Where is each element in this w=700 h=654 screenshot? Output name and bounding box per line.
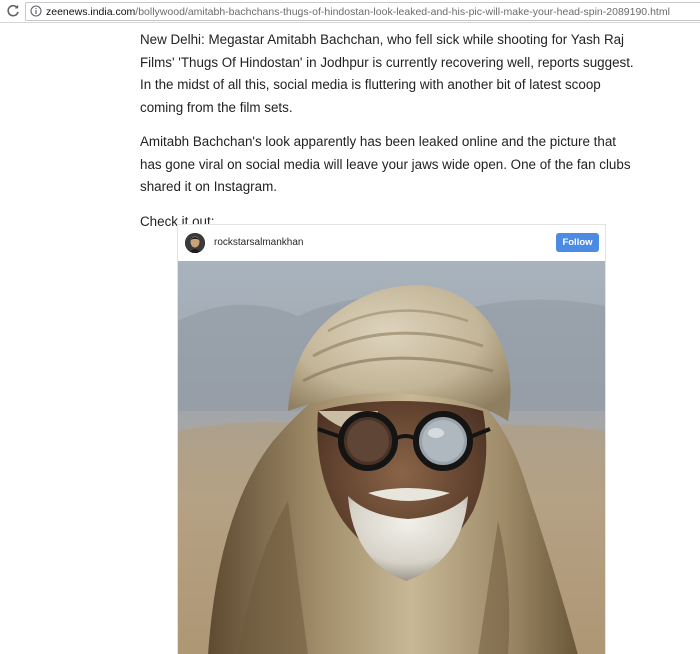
avatar[interactable] xyxy=(185,233,205,253)
browser-address-bar: zeenews.india.com/bollywood/amitabh-bach… xyxy=(0,0,700,23)
url-path: /bollywood/amitabh-bachchans-thugs-of-hi… xyxy=(135,6,670,18)
url-text[interactable]: zeenews.india.com/bollywood/amitabh-bach… xyxy=(46,5,670,19)
article-paragraph-2: Amitabh Bachchan's look apparently has b… xyxy=(140,134,631,194)
url-input[interactable]: zeenews.india.com/bollywood/amitabh-bach… xyxy=(25,2,700,21)
avatar-image xyxy=(185,233,205,253)
instagram-embed-header: rockstarsalmankhan Follow xyxy=(178,225,605,261)
post-photo[interactable] xyxy=(178,261,605,654)
article-paragraph-1: New Delhi: Megastar Amitabh Bachchan, wh… xyxy=(140,32,634,115)
url-domain: zeenews.india.com xyxy=(46,6,136,18)
info-icon[interactable] xyxy=(30,5,42,17)
follow-button[interactable]: Follow xyxy=(556,233,599,252)
instagram-embed: rockstarsalmankhan Follow xyxy=(177,224,606,654)
article-body: New Delhi: Megastar Amitabh Bachchan, wh… xyxy=(140,29,640,245)
instagram-username[interactable]: rockstarsalmankhan xyxy=(214,236,303,250)
reload-icon[interactable] xyxy=(6,4,20,18)
